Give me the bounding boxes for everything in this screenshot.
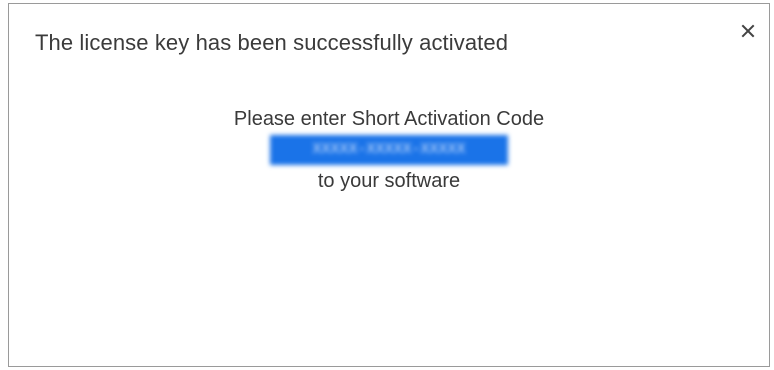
activation-code-row: XXXXX-XXXXX-XXXXX bbox=[9, 134, 769, 166]
dialog-body: Please enter Short Activation Code XXXXX… bbox=[9, 104, 769, 196]
instruction-suffix-text: to your software bbox=[317, 170, 461, 192]
dialog-title: The license key has been successfully ac… bbox=[35, 30, 509, 55]
activation-dialog: The license key has been successfully ac… bbox=[8, 3, 770, 367]
activation-code[interactable]: XXXXX-XXXXX-XXXXX bbox=[270, 135, 508, 165]
close-button[interactable] bbox=[737, 20, 759, 42]
instruction-text: Please enter Short Activation Code bbox=[233, 108, 545, 130]
close-icon bbox=[741, 24, 755, 38]
